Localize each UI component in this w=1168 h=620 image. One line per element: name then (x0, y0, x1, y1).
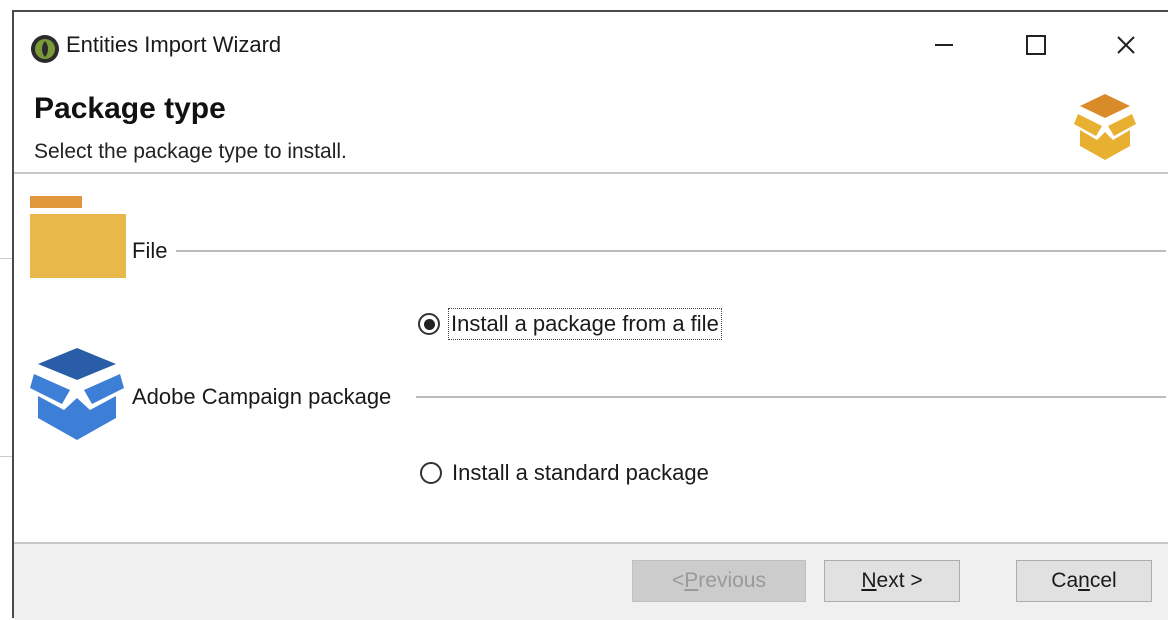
previous-button-mnemonic: P (684, 569, 699, 592)
radio-install-from-file[interactable]: Install a package from a file (418, 308, 722, 340)
cancel-button-mnemonic: n (1078, 569, 1090, 592)
file-group-label: File (132, 238, 172, 264)
radio-button-unchecked[interactable] (420, 462, 442, 484)
cancel-button-rest: cel (1089, 569, 1117, 592)
file-group-divider (176, 250, 1166, 252)
previous-button[interactable]: < Previous (632, 560, 806, 602)
radio-button-checked[interactable] (418, 313, 440, 335)
adobe-campaign-group-label: Adobe Campaign package (132, 384, 396, 410)
next-button-mnemonic: N (861, 569, 877, 592)
close-icon (1117, 36, 1135, 54)
page-subtitle: Select the package type to install. (34, 140, 347, 163)
previous-button-rest: revious (698, 569, 766, 592)
title-bar: Entities Import Wizard (14, 12, 1168, 76)
radio-install-from-file-label[interactable]: Install a package from a file (448, 308, 722, 340)
minimize-button[interactable] (914, 20, 974, 70)
cancel-button-prefix: Ca (1051, 569, 1079, 592)
previous-button-prefix: < (672, 569, 685, 592)
window-title: Entities Import Wizard (66, 32, 282, 57)
wizard-footer: < Previous Next > Ca n cel (14, 542, 1168, 620)
next-button[interactable]: Next > (824, 560, 960, 602)
page-title: Package type (34, 92, 226, 125)
next-button-rest: ext > (876, 569, 923, 592)
maximize-button[interactable] (1006, 20, 1066, 70)
adobe-campaign-group-divider (416, 396, 1166, 398)
package-box-icon (30, 348, 124, 440)
background-edge (0, 258, 12, 259)
radio-install-standard[interactable]: Install a standard package (420, 458, 711, 488)
minimize-icon (935, 44, 953, 46)
wizard-window: Entities Import Wizard Package type Sele… (12, 10, 1168, 620)
maximize-icon (1026, 35, 1046, 55)
package-box-icon (1074, 94, 1136, 160)
close-button[interactable] (1096, 20, 1156, 70)
folder-icon (30, 196, 126, 278)
background-edge (0, 456, 12, 457)
wizard-header: Package type Select the package type to … (14, 76, 1168, 174)
app-icon (31, 35, 59, 63)
wizard-content: File Install a package from a file Adobe… (14, 174, 1168, 542)
radio-install-standard-label[interactable]: Install a standard package (450, 458, 711, 488)
cancel-button[interactable]: Ca n cel (1016, 560, 1152, 602)
